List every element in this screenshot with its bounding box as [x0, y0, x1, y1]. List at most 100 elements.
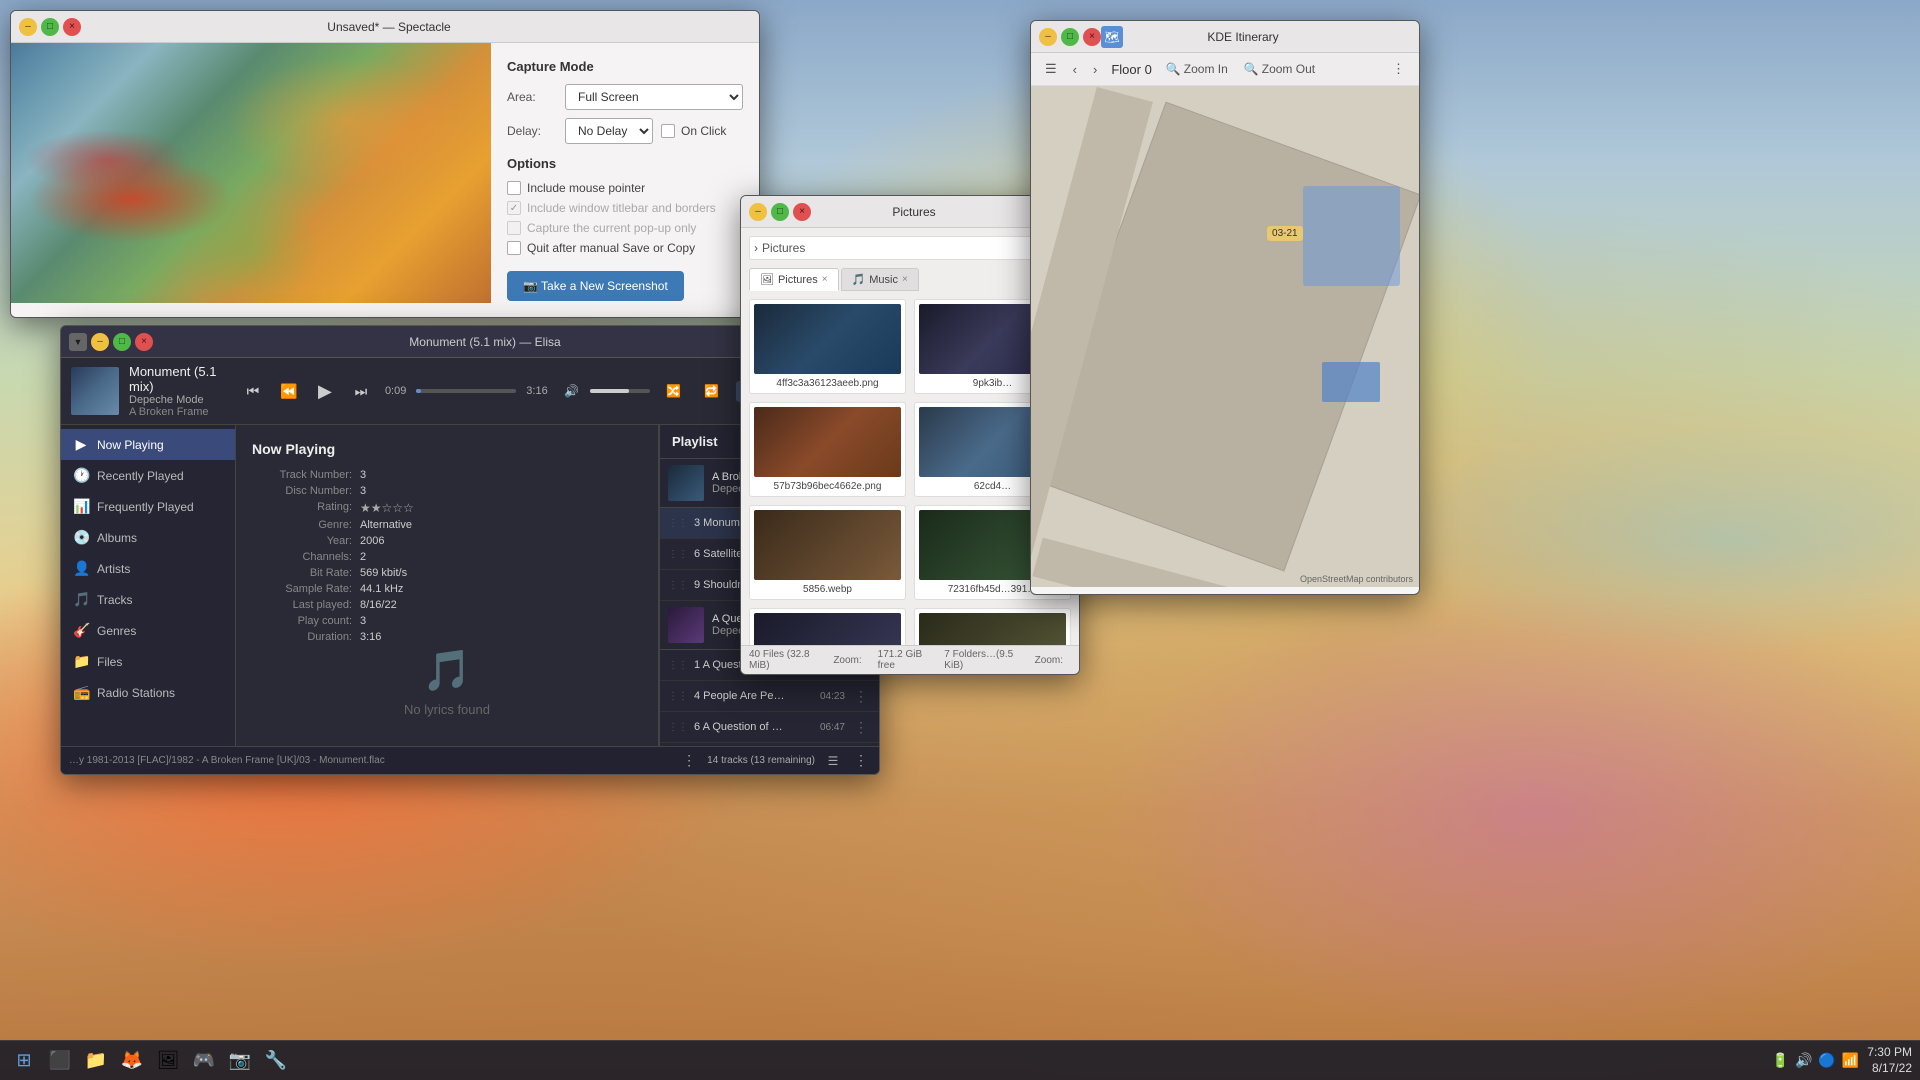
taskbar-clock[interactable]: 7:30 PM 8/17/22 — [1867, 1045, 1912, 1076]
fm-file-5[interactable]: 5856.webp — [749, 505, 906, 600]
tab-pictures-close[interactable]: × — [822, 274, 828, 285]
option-mouse-pointer[interactable]: Include mouse pointer — [507, 181, 743, 195]
elisa-collapse-button[interactable]: ▼ — [69, 333, 87, 351]
sidebar-item-now-playing[interactable]: ▶ Now Playing — [61, 429, 235, 460]
file5-thumb — [754, 510, 901, 580]
tab-pictures[interactable]: 🖼 Pictures × — [749, 268, 839, 291]
fm-file-7[interactable]: b262dab07fb37814.png — [749, 608, 906, 649]
tab-music-close[interactable]: × — [902, 274, 908, 285]
spectacle-window-controls: – □ × — [19, 18, 81, 36]
volume-fill — [590, 389, 629, 393]
elisa-minimize-button[interactable]: – — [91, 333, 109, 351]
filemanager-window-controls: – □ × — [749, 203, 811, 221]
it-minimize-button[interactable]: – — [1039, 28, 1057, 46]
play-button[interactable]: ▶ — [311, 377, 339, 405]
sidebar-item-albums[interactable]: 💿 Albums — [61, 522, 235, 553]
fm-files-count: 40 Files (32.8 MiB) — [749, 649, 825, 671]
systray-network-icon[interactable]: 📶 — [1842, 1052, 1859, 1069]
fm-minimize-button[interactable]: – — [749, 203, 767, 221]
fm-file-8[interactable]: c15ab24f086eb7fc.png — [914, 608, 1071, 649]
taskbar-start[interactable]: ⊞ — [8, 1045, 40, 1077]
fm-statusbar: 40 Files (32.8 MiB) Zoom: 171.2 GiB free… — [741, 645, 1079, 674]
disc-number-value: 3 — [360, 485, 366, 497]
area-select[interactable]: Full Screen — [565, 84, 743, 110]
systray-bluetooth-icon[interactable]: 🔵 — [1818, 1052, 1835, 1069]
taskbar-app5[interactable]: 🖼 — [152, 1045, 184, 1077]
sidebar-item-frequently-played[interactable]: 📊 Frequently Played — [61, 491, 235, 522]
option-quit[interactable]: Quit after manual Save or Copy — [507, 241, 743, 255]
frequently-played-icon: 📊 — [73, 498, 89, 515]
repeat-button[interactable]: 🔁 — [698, 377, 726, 405]
playlist-track-6[interactable]: ⋮⋮ 6 A Question of … 06:47 ⋮ — [660, 712, 879, 743]
spectacle-options: Options Include mouse pointer Include wi… — [507, 156, 743, 255]
spectacle-minimize-button[interactable]: – — [19, 18, 37, 36]
track6-name: 6 A Question of … — [694, 721, 814, 733]
duration-label: Duration: — [252, 631, 352, 643]
spectacle-close-button[interactable]: × — [63, 18, 81, 36]
taskbar-files[interactable]: 📁 — [80, 1045, 112, 1077]
total-time: 3:16 — [526, 385, 547, 397]
mouse-pointer-checkbox[interactable] — [507, 181, 521, 195]
itinerary-forward-button[interactable]: › — [1087, 58, 1103, 81]
playlist-track-5[interactable]: ⋮⋮ 4 People Are Pe… 04:23 ⋮ — [660, 681, 879, 712]
taskbar-app6[interactable]: 🎮 — [188, 1045, 220, 1077]
channels-value: 2 — [360, 551, 366, 563]
progress-bar[interactable] — [416, 389, 516, 393]
zoom-out-button[interactable]: 🔍 Zoom Out — [1238, 58, 1321, 80]
on-click-checkbox[interactable] — [661, 124, 675, 138]
tab-music[interactable]: 🎵 Music × — [841, 268, 919, 291]
volume-slider[interactable] — [590, 389, 650, 393]
sidebar-item-recently-played[interactable]: 🕐 Recently Played — [61, 460, 235, 491]
prev-track-button[interactable]: ⏪ — [275, 377, 303, 405]
spectacle-maximize-button[interactable]: □ — [41, 18, 59, 36]
take-screenshot-button[interactable]: 📷 Take a New Screenshot — [507, 271, 684, 301]
option-titlebar: Include window titlebar and borders — [507, 201, 743, 215]
statusbar-menu-button[interactable]: ⋮ — [851, 751, 871, 771]
option-popup: Capture the current pop-up only — [507, 221, 743, 235]
tab-music-icon: 🎵 — [852, 273, 866, 286]
it-maximize-button[interactable]: □ — [1061, 28, 1079, 46]
delay-select[interactable]: No Delay — [565, 118, 653, 144]
taskbar-terminal[interactable]: ⬛ — [44, 1045, 76, 1077]
itinerary-more-button[interactable]: ⋮ — [1386, 57, 1411, 81]
zoom-in-button[interactable]: 🔍 Zoom In — [1160, 58, 1234, 80]
sidebar-item-files[interactable]: 📁 Files — [61, 646, 235, 677]
systray-volume-icon[interactable]: 🔊 — [1795, 1052, 1812, 1069]
it-close-button[interactable]: × — [1083, 28, 1101, 46]
radio-icon: 📻 — [73, 684, 89, 701]
fm-file-1[interactable]: 4ff3c3a36123aeeb.png — [749, 299, 906, 394]
tracks-icon: 🎵 — [73, 591, 89, 608]
genres-label: Genres — [97, 624, 136, 638]
taskbar-browser[interactable]: 🦊 — [116, 1045, 148, 1077]
fm-file-3[interactable]: 57b73b96bec4662e.png — [749, 402, 906, 497]
elisa-maximize-button[interactable]: □ — [113, 333, 131, 351]
rating-value[interactable]: ★★☆☆☆ — [360, 501, 414, 515]
itinerary-map[interactable]: 03-21 OpenStreetMap contributors — [1031, 86, 1419, 587]
previous-button[interactable]: ⏮ — [239, 377, 267, 405]
track5-menu-button[interactable]: ⋮ — [851, 686, 871, 706]
next-button[interactable]: ⏭ — [347, 377, 375, 405]
track6-menu-button[interactable]: ⋮ — [851, 717, 871, 737]
taskbar-spectacle[interactable]: 📷 — [224, 1045, 256, 1077]
fm-maximize-button[interactable]: □ — [771, 203, 789, 221]
sidebar-item-genres[interactable]: 🎸 Genres — [61, 615, 235, 646]
itinerary-back-button[interactable]: ‹ — [1067, 58, 1083, 81]
volume-icon[interactable]: 🔊 — [558, 377, 586, 405]
on-click-option[interactable]: On Click — [661, 124, 726, 138]
elisa-close-button[interactable]: × — [135, 333, 153, 351]
zoom-out-icon: 🔍 — [1244, 62, 1259, 76]
sidebar-item-radio[interactable]: 📻 Radio Stations — [61, 677, 235, 708]
floor-label: Floor 0 — [1107, 62, 1155, 77]
quit-checkbox[interactable] — [507, 241, 521, 255]
tracks-view-button[interactable]: ☰ — [823, 751, 843, 771]
path-menu-button[interactable]: ⋮ — [679, 751, 699, 771]
taskbar-settings[interactable]: 🔧 — [260, 1045, 292, 1077]
sidebar-item-tracks[interactable]: 🎵 Tracks — [61, 584, 235, 615]
capture-mode-label: Capture Mode — [507, 59, 743, 74]
fm-close-button[interactable]: × — [793, 203, 811, 221]
meta-playcount: Play count: 3 — [252, 615, 642, 627]
tracks-count: 14 tracks (13 remaining) — [707, 755, 815, 766]
shuffle-button[interactable]: 🔀 — [660, 377, 688, 405]
sidebar-item-artists[interactable]: 👤 Artists — [61, 553, 235, 584]
itinerary-menu-button[interactable]: ☰ — [1039, 57, 1063, 81]
